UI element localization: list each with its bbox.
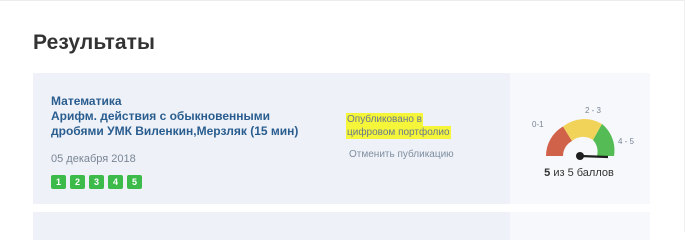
gauge-label-low: 0-1 bbox=[532, 120, 544, 129]
score-chip: 3 bbox=[89, 175, 104, 189]
next-result-card-side bbox=[510, 212, 650, 240]
gauge-hub bbox=[576, 152, 584, 160]
gauge-needle bbox=[579, 154, 609, 159]
unpublish-link[interactable]: Отменить публикацию bbox=[349, 149, 454, 160]
result-card-gauge-panel: 0-1 2 - 3 4 - 5 5 из 5 баллов bbox=[510, 73, 650, 204]
score-gauge: 0-1 2 - 3 4 - 5 bbox=[532, 106, 635, 160]
score-suffix: из 5 баллов bbox=[550, 167, 614, 179]
page-title: Результаты bbox=[33, 31, 156, 54]
score-chip: 1 bbox=[51, 175, 66, 189]
gauge-label-mid: 2 - 3 bbox=[585, 106, 602, 115]
published-status: Опубликовано в цифровом портфолио bbox=[346, 113, 451, 139]
score-summary: 5 из 5 баллов bbox=[510, 167, 648, 179]
result-date: 05 декабря 2018 bbox=[51, 153, 136, 165]
gauge-label-high: 4 - 5 bbox=[618, 137, 635, 146]
published-line-1: Опубликовано в bbox=[346, 113, 423, 126]
score-chip: 5 bbox=[127, 175, 142, 189]
result-card: Математика Арифм. действия с обыкновенны… bbox=[33, 73, 650, 204]
published-line-2: цифровом портфолио bbox=[346, 126, 451, 139]
subject-title[interactable]: Математика bbox=[51, 94, 122, 109]
top-divider bbox=[0, 0, 685, 1]
score-chip: 2 bbox=[70, 175, 85, 189]
next-result-card-main bbox=[33, 212, 510, 240]
score-chip: 4 bbox=[108, 175, 123, 189]
result-card-main: Математика Арифм. действия с обыкновенны… bbox=[33, 73, 510, 204]
lesson-title[interactable]: Арифм. действия с обыкновенными дробями … bbox=[51, 109, 301, 139]
score-chips: 1 2 3 4 5 bbox=[51, 175, 142, 189]
next-result-card bbox=[33, 212, 650, 240]
